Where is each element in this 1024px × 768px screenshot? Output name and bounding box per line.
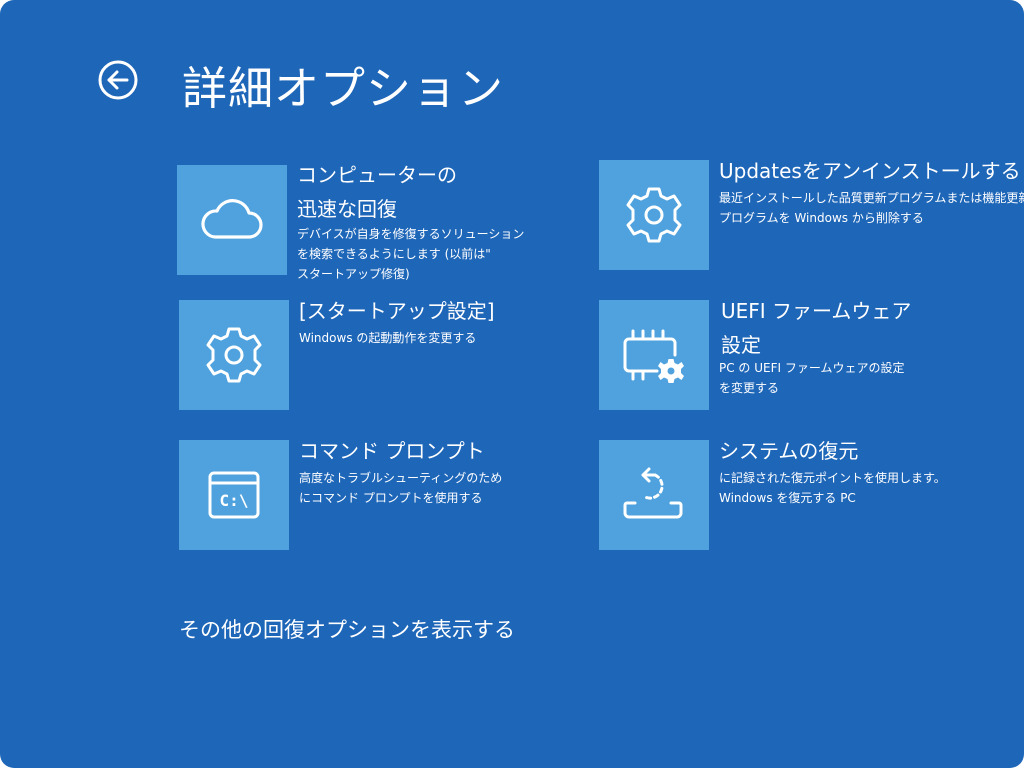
system-restore-title-line-1: システムの復元 [719,439,859,463]
uninstall-updates-desc-line-1: 最近インストールした品質更新プログラムまたは機能更新 [719,191,1024,205]
uninstall-updates-desc-line-2: プログラムを Windows から削除する [719,211,924,225]
page-title: 詳細オプション [182,62,505,115]
gear-icon [626,187,682,243]
system-restore-desc-line-2: Windows を復元する PC [719,491,856,505]
system-restore-desc-line-1: に記録された復元ポイントを使用します。 [719,471,946,485]
command-prompt-title[interactable]: コマンド プロンプト [299,434,485,468]
uefi-firmware-title-line-2: 設定 [721,333,761,357]
back-arrow-circle-icon [98,60,138,100]
startup-settings-tile[interactable] [179,300,289,410]
system-restore-description: に記録された復元ポイントを使用します。 Windows を復元する PC [719,468,946,508]
uefi-firmware-title-line-1: UEFI ファームウェア [721,299,912,323]
back-button[interactable] [96,58,140,102]
cloud-icon [201,199,263,239]
startup-repair-desc-line-1: デバイスが自身を修復するソリューション [297,227,525,241]
chip-gear-icon [623,329,684,383]
uefi-firmware-desc-line-1: PC の UEFI ファームウェアの設定 [719,361,905,375]
uefi-firmware-desc-line-2: を変更する [719,381,780,395]
startup-repair-description: デバイスが自身を修復するソリューション を検索できるようにします (以前は" ス… [297,224,524,284]
advanced-options-screen: 詳細オプション コンピューターの 迅速な回復 デバイスが自身を修復するソリューシ… [0,0,1024,768]
command-prompt-icon-text: C:\ [220,491,249,510]
more-recovery-options-link[interactable]: その他の回復オプションを表示する [179,614,515,644]
startup-settings-title-line-1: [スタートアップ設定] [299,299,495,323]
startup-settings-title[interactable]: [スタートアップ設定] [299,294,495,328]
startup-repair-title-line-1: コンピューターの [297,163,457,187]
startup-repair-title-line-2: 迅速な回復 [297,197,397,221]
startup-repair-title[interactable]: コンピューターの 迅速な回復 [297,158,457,226]
startup-settings-desc-line-1: Windows の起動動作を変更する [299,331,477,345]
startup-settings-description: Windows の起動動作を変更する [299,328,476,348]
uefi-firmware-tile[interactable] [599,300,709,410]
uefi-firmware-title[interactable]: UEFI ファームウェア 設定 [721,294,911,362]
command-prompt-description: 高度なトラブルシューティングのため にコマンド プロンプトを使用する [299,468,502,508]
uninstall-updates-title-line-1: Updatesをアンインストールする [719,159,1021,183]
gear-icon [206,327,262,383]
command-prompt-title-line-1: コマンド プロンプト [299,439,485,463]
command-prompt-icon: C:\ [208,471,260,519]
system-restore-icon [623,467,683,519]
command-prompt-desc-line-2: にコマンド プロンプトを使用する [299,491,483,505]
startup-repair-desc-line-2: を検索できるようにします (以前は" [297,247,491,261]
command-prompt-desc-line-1: 高度なトラブルシューティングのため [299,471,503,485]
startup-repair-tile[interactable] [177,165,287,275]
system-restore-title[interactable]: システムの復元 [719,434,858,468]
uefi-firmware-description: PC の UEFI ファームウェアの設定 を変更する [719,358,905,398]
uninstall-updates-title[interactable]: Updatesをアンインストールする [719,154,1021,188]
uninstall-updates-tile[interactable] [599,160,709,270]
startup-repair-desc-line-3: スタートアップ修復) [297,267,410,281]
command-prompt-tile[interactable]: C:\ [179,440,289,550]
system-restore-tile[interactable] [599,440,709,550]
uninstall-updates-description: 最近インストールした品質更新プログラムまたは機能更新 プログラムを Window… [719,188,1024,228]
